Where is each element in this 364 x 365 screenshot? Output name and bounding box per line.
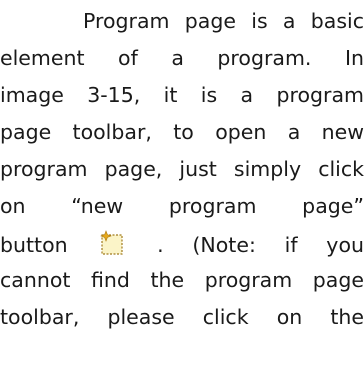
text-line: toolbar, please click on the: [0, 305, 364, 329]
text-line: image 3-15, it is a program: [0, 83, 364, 107]
text-line: page toolbar, to open a new: [0, 120, 364, 144]
text-line: element of a program. In: [0, 46, 364, 70]
text-line-with-icon: button . (Note: if you: [0, 230, 364, 260]
text-line: cannot find the program page: [0, 268, 364, 292]
text-fragment: button: [0, 233, 68, 257]
text-line: program page, just simply click: [0, 157, 364, 181]
text-fragment: . (Note: if you: [157, 233, 364, 257]
document-paragraph: Program page is a basic element of a pro…: [0, 0, 364, 365]
text-line: Program page is a basic: [83, 9, 364, 33]
new-program-page-icon: [98, 230, 126, 256]
text-line: on “new program page”: [0, 194, 364, 218]
